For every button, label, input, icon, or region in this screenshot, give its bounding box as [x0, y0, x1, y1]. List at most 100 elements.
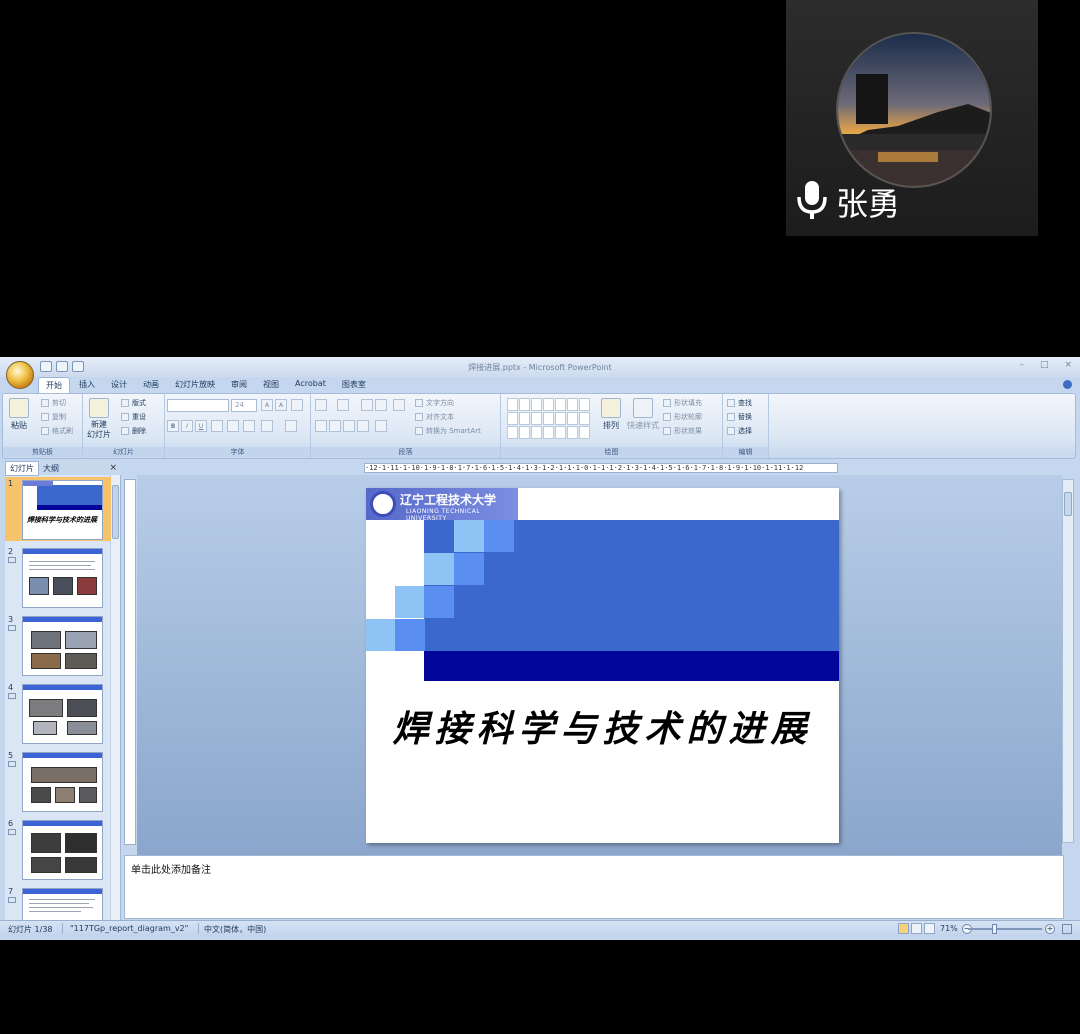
- office-button[interactable]: [6, 361, 34, 389]
- bullets-button[interactable]: [315, 399, 327, 411]
- cut-button[interactable]: 剪切: [41, 398, 66, 408]
- paste-button[interactable]: 粘贴: [9, 398, 29, 431]
- select-button[interactable]: 选择: [727, 426, 752, 436]
- tab-slideshow[interactable]: 幻灯片放映: [168, 377, 222, 393]
- slide-thumbnail[interactable]: 3: [5, 613, 111, 677]
- notes-placeholder[interactable]: 单击此处添加备注: [131, 861, 211, 876]
- char-spacing-button[interactable]: [243, 420, 255, 432]
- align-text-button[interactable]: 对齐文本: [415, 412, 454, 422]
- align-right-button[interactable]: [343, 420, 355, 432]
- align-left-button[interactable]: [315, 420, 327, 432]
- maximize-button[interactable]: □: [1040, 360, 1049, 370]
- decrease-indent-button[interactable]: [361, 399, 373, 411]
- group-label: 编辑: [723, 447, 768, 457]
- shape-effects-button[interactable]: 形状效果: [663, 426, 702, 436]
- tab-insert[interactable]: 插入: [72, 377, 102, 393]
- line-spacing-button[interactable]: [393, 399, 405, 411]
- copy-button[interactable]: 复制: [41, 412, 66, 422]
- navy-stripe: [424, 651, 839, 681]
- replace-button[interactable]: 替换: [727, 412, 752, 422]
- slide-thumbnail[interactable]: 6: [5, 817, 111, 881]
- layout-button[interactable]: 版式: [121, 398, 146, 408]
- increase-indent-button[interactable]: [375, 399, 387, 411]
- help-icon[interactable]: [1063, 380, 1072, 389]
- text-direction-button[interactable]: 文字方向: [415, 398, 454, 408]
- italic-button[interactable]: I: [181, 420, 193, 432]
- reset-icon: [121, 413, 129, 421]
- effects-icon: [663, 427, 671, 435]
- tab-review[interactable]: 审阅: [224, 377, 254, 393]
- font-color-button[interactable]: [285, 420, 297, 432]
- fill-icon: [663, 399, 671, 407]
- shapes-gallery[interactable]: [507, 398, 590, 439]
- reset-button[interactable]: 重设: [121, 412, 146, 422]
- tab-outline[interactable]: 大纲: [39, 462, 63, 475]
- current-slide[interactable]: 辽宁工程技术大学 LIAONING TECHNICAL UNIVERSITY 焊…: [366, 488, 839, 843]
- slideshow-button[interactable]: [924, 923, 935, 934]
- change-case-button[interactable]: [261, 420, 273, 432]
- columns-button[interactable]: [375, 420, 387, 432]
- zoom-slider[interactable]: [968, 928, 1042, 930]
- pane-scrollbar[interactable]: [110, 475, 120, 921]
- minimize-button[interactable]: –: [1019, 360, 1024, 370]
- tab-acrobat[interactable]: Acrobat: [288, 377, 333, 393]
- zoom-slider-knob[interactable]: [991, 924, 997, 934]
- slide-title[interactable]: 焊接科学与技术的进展: [366, 700, 839, 752]
- university-seal-icon: [370, 491, 396, 517]
- tab-home[interactable]: 开始: [38, 377, 70, 393]
- theme-name: "117TGp_report_diagram_v2": [70, 924, 189, 933]
- underline-button[interactable]: U: [195, 420, 207, 432]
- font-name-combo[interactable]: [167, 399, 229, 412]
- tab-view[interactable]: 视图: [256, 377, 286, 393]
- slide-thumbnail[interactable]: 7: [5, 885, 111, 921]
- zoom-level[interactable]: 71%: [940, 924, 958, 933]
- font-group: 24 A A B I U 字体: [165, 394, 311, 458]
- slide-counter: 幻灯片 1/38: [8, 925, 53, 934]
- notes-pane[interactable]: 单击此处添加备注: [124, 855, 1064, 919]
- copy-icon: [41, 413, 49, 421]
- tab-slides[interactable]: 幻灯片: [5, 460, 39, 476]
- shrink-font-button[interactable]: A: [275, 399, 287, 411]
- vertical-scrollbar[interactable]: [1062, 479, 1074, 843]
- normal-view-button[interactable]: [898, 923, 909, 934]
- bold-button[interactable]: B: [167, 420, 179, 432]
- convert-smartart-button[interactable]: 转换为 SmartArt: [415, 426, 481, 436]
- slide-preview: [22, 548, 103, 608]
- microphone-icon[interactable]: [794, 179, 830, 225]
- animation-icon: [8, 693, 16, 699]
- shape-outline-button[interactable]: 形状轮廓: [663, 412, 702, 422]
- editing-group: 查找 替换 选择 编辑: [723, 394, 769, 458]
- slide-thumbnail[interactable]: 1 焊接科学与技术的进展: [5, 477, 111, 541]
- strikethrough-button[interactable]: [211, 420, 223, 432]
- align-center-button[interactable]: [329, 420, 341, 432]
- zoom-in-button[interactable]: +: [1045, 924, 1055, 934]
- find-button[interactable]: 查找: [727, 398, 752, 408]
- close-pane-button[interactable]: ×: [109, 463, 117, 473]
- arrange-icon: [601, 398, 621, 418]
- arrange-button[interactable]: 排列: [601, 398, 621, 431]
- numbering-button[interactable]: [337, 399, 349, 411]
- grow-font-button[interactable]: A: [261, 399, 273, 411]
- delete-slide-button[interactable]: 删除: [121, 426, 146, 436]
- tab-chart-room[interactable]: 图表室: [335, 377, 373, 393]
- shadow-button[interactable]: [227, 420, 239, 432]
- quick-styles-button[interactable]: 快速样式: [627, 398, 659, 431]
- scroll-thumb[interactable]: [1064, 492, 1072, 516]
- slide-preview: [22, 888, 103, 921]
- tab-design[interactable]: 设计: [104, 377, 134, 393]
- fit-window-button[interactable]: [1062, 924, 1072, 934]
- slide-sorter-button[interactable]: [911, 923, 922, 934]
- clear-format-button[interactable]: [291, 399, 303, 411]
- language-indicator[interactable]: 中文(简体，中国): [204, 924, 266, 935]
- slide-thumbnail[interactable]: 5: [5, 749, 111, 813]
- slide-thumbnail[interactable]: 2: [5, 545, 111, 609]
- font-size-combo[interactable]: 24: [231, 399, 257, 412]
- close-button[interactable]: ×: [1064, 360, 1072, 370]
- pane-scroll-thumb[interactable]: [112, 485, 119, 539]
- shape-fill-button[interactable]: 形状填充: [663, 398, 702, 408]
- justify-button[interactable]: [357, 420, 369, 432]
- tab-animations[interactable]: 动画: [136, 377, 166, 393]
- format-painter-button[interactable]: 格式刷: [41, 426, 73, 436]
- new-slide-button[interactable]: 新建 幻灯片: [87, 398, 111, 440]
- slide-thumbnail[interactable]: 4: [5, 681, 111, 745]
